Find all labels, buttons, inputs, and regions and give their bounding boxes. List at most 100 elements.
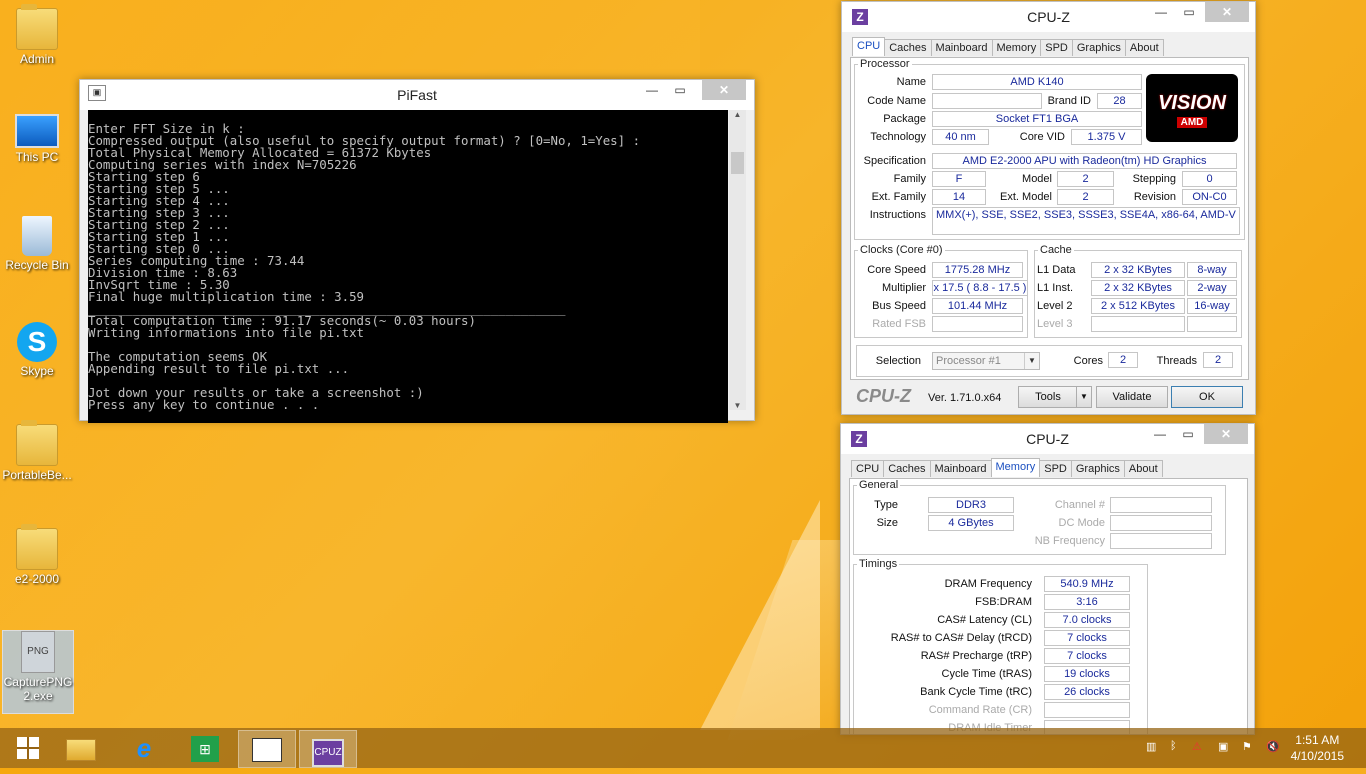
timing-label: Cycle Time (tRAS): [941, 668, 1032, 680]
desktop-icon-recycle-bin[interactable]: Recycle Bin: [2, 216, 72, 272]
tab-caches[interactable]: Caches: [883, 460, 931, 477]
console-line: Press any key to continue . . .: [88, 397, 320, 412]
tab-about[interactable]: About: [1124, 39, 1164, 56]
pifast-window[interactable]: ▣ PiFast — ▭ ✕ Enter FFT Size in k : Comp…: [79, 79, 755, 423]
console-output[interactable]: Enter FFT Size in k : Compressed output (…: [88, 110, 728, 423]
console-line: Appending result to file pi.txt ...: [88, 361, 350, 376]
desktop-icon-this-pc[interactable]: This PC: [2, 114, 72, 164]
channel-value: [1110, 497, 1212, 513]
tab-mainboard[interactable]: Mainboard: [930, 39, 993, 56]
taskbar-cpuz[interactable]: CPUZ: [299, 730, 357, 768]
selection-label: Selection: [875, 355, 921, 367]
dcmode-value: [1110, 515, 1212, 531]
title-bar[interactable]: ▣ PiFast — ▭ ✕: [80, 80, 754, 110]
level3-value: [1091, 316, 1185, 332]
model-value: 2: [1057, 171, 1114, 187]
network-icon[interactable]: ▥: [1146, 740, 1156, 753]
store-icon: ⊞: [191, 736, 219, 762]
tab-about[interactable]: About: [1123, 460, 1163, 477]
timing-label: CAS# Latency (CL): [937, 614, 1032, 626]
minimize-button[interactable]: —: [1147, 2, 1175, 22]
cpuz-memory-window[interactable]: Z CPU-Z — ▭ ✕ CPU Caches Mainboard Memory SP…: [840, 423, 1255, 735]
scroll-up-icon[interactable]: ▲: [729, 110, 746, 119]
extmodel-value: 2: [1057, 189, 1114, 205]
level2-way: 16-way: [1187, 298, 1237, 314]
tab-spd[interactable]: SPD: [1040, 39, 1073, 56]
technology-label: Technology: [870, 131, 926, 143]
timing-value: 7 clocks: [1044, 648, 1130, 664]
processor-select[interactable]: Processor #1 ▼: [932, 352, 1040, 370]
tab-cpu[interactable]: CPU: [851, 460, 885, 477]
timings-legend: Timings: [859, 558, 898, 570]
model-label: Model: [1022, 173, 1052, 185]
taskbar-pifast[interactable]: [238, 730, 296, 768]
timing-label: Command Rate (CR): [928, 704, 1032, 716]
tools-dropdown-icon[interactable]: ▼: [1076, 386, 1092, 408]
cores-value: 2: [1108, 352, 1138, 368]
tab-graphics[interactable]: Graphics: [1071, 39, 1126, 56]
tab-caches[interactable]: Caches: [884, 39, 932, 56]
timing-value: 7.0 clocks: [1044, 612, 1130, 628]
internet-explorer-icon: e: [136, 733, 152, 763]
threads-value: 2: [1203, 352, 1233, 368]
tools-button[interactable]: Tools: [1018, 386, 1078, 408]
close-button[interactable]: ✕: [1204, 424, 1248, 444]
timing-value: 540.9 MHz: [1044, 576, 1130, 592]
taskbar-store[interactable]: ⊞: [177, 730, 233, 766]
cpuz-cpu-window[interactable]: Z CPU-Z — ▭ ✕ CPU Caches Mainboard Memory SP…: [841, 1, 1256, 415]
minimize-button[interactable]: —: [638, 80, 666, 100]
ratedfsb-value: [932, 316, 1023, 332]
taskbar-internet-explorer[interactable]: e: [116, 730, 172, 766]
multiplier-value: x 17.5 ( 8.8 - 17.5 ): [932, 280, 1028, 296]
spec-label: Specification: [863, 155, 926, 167]
tab-spd[interactable]: SPD: [1039, 460, 1072, 477]
desktop-icon-capturepng[interactable]: PNG CapturePNG 2.exe: [2, 630, 74, 714]
close-button[interactable]: ✕: [1205, 2, 1249, 22]
timing-label: RAS# to CAS# Delay (tRCD): [890, 632, 1032, 644]
minimize-button[interactable]: —: [1146, 424, 1174, 444]
maximize-button[interactable]: ▭: [666, 80, 694, 100]
tab-cpu[interactable]: CPU: [852, 37, 886, 56]
timing-value: [1044, 702, 1130, 718]
maximize-button[interactable]: ▭: [1175, 2, 1203, 22]
system-clock[interactable]: 1:51 AM 4/10/2015: [1291, 732, 1344, 764]
folder-icon: [16, 420, 58, 466]
nbfreq-value: [1110, 533, 1212, 549]
tab-graphics[interactable]: Graphics: [1070, 460, 1125, 477]
stepping-label: Stepping: [1132, 173, 1176, 185]
tab-mainboard[interactable]: Mainboard: [929, 460, 992, 477]
action-center-icon[interactable]: ⚑: [1242, 740, 1252, 753]
start-button[interactable]: [0, 730, 56, 766]
cpuz-icon: CPUZ: [312, 739, 344, 767]
tab-memory[interactable]: Memory: [990, 458, 1041, 477]
instructions-value: MMX(+), SSE, SSE2, SSE3, SSSE3, SSE4A, x…: [932, 207, 1240, 235]
console-scrollbar[interactable]: ▲ ▼: [729, 110, 746, 410]
title-bar[interactable]: Z CPU-Z — ▭ ✕: [842, 2, 1255, 32]
desktop-icon-e2-2000[interactable]: e2-2000: [2, 524, 72, 586]
timing-value: 3:16: [1044, 594, 1130, 610]
scroll-thumb[interactable]: [731, 152, 744, 174]
name-label: Name: [896, 76, 926, 88]
close-button[interactable]: ✕: [702, 80, 746, 100]
desktop-icon-admin[interactable]: Admin: [2, 4, 72, 66]
codename-value: [932, 93, 1042, 109]
scroll-down-icon[interactable]: ▼: [729, 401, 746, 410]
revision-label: Revision: [1133, 191, 1176, 203]
desktop-icon-portable[interactable]: PortableBe...: [2, 420, 72, 482]
timing-value: 26 clocks: [1044, 684, 1130, 700]
taskbar-file-explorer[interactable]: [53, 730, 109, 766]
alert-icon[interactable]: ⚠: [1192, 740, 1202, 753]
ok-button[interactable]: OK: [1171, 386, 1243, 408]
chevron-down-icon: ▼: [1024, 353, 1039, 369]
validate-button[interactable]: Validate: [1096, 386, 1168, 408]
package-label: Package: [883, 113, 926, 125]
maximize-button[interactable]: ▭: [1174, 424, 1202, 444]
tab-memory[interactable]: Memory: [991, 39, 1042, 56]
device-icon[interactable]: ▣: [1218, 740, 1228, 753]
volume-muted-icon[interactable]: 🔇: [1266, 740, 1280, 753]
cpu-tab-panel: Processor Name AMD K140 Code Name Brand …: [850, 57, 1249, 380]
title-bar[interactable]: Z CPU-Z — ▭ ✕: [841, 424, 1254, 454]
bluetooth-icon[interactable]: ᛒ: [1170, 740, 1177, 752]
desktop-icon-skype[interactable]: S Skype: [2, 322, 72, 378]
clock-date: 4/10/2015: [1290, 749, 1344, 763]
